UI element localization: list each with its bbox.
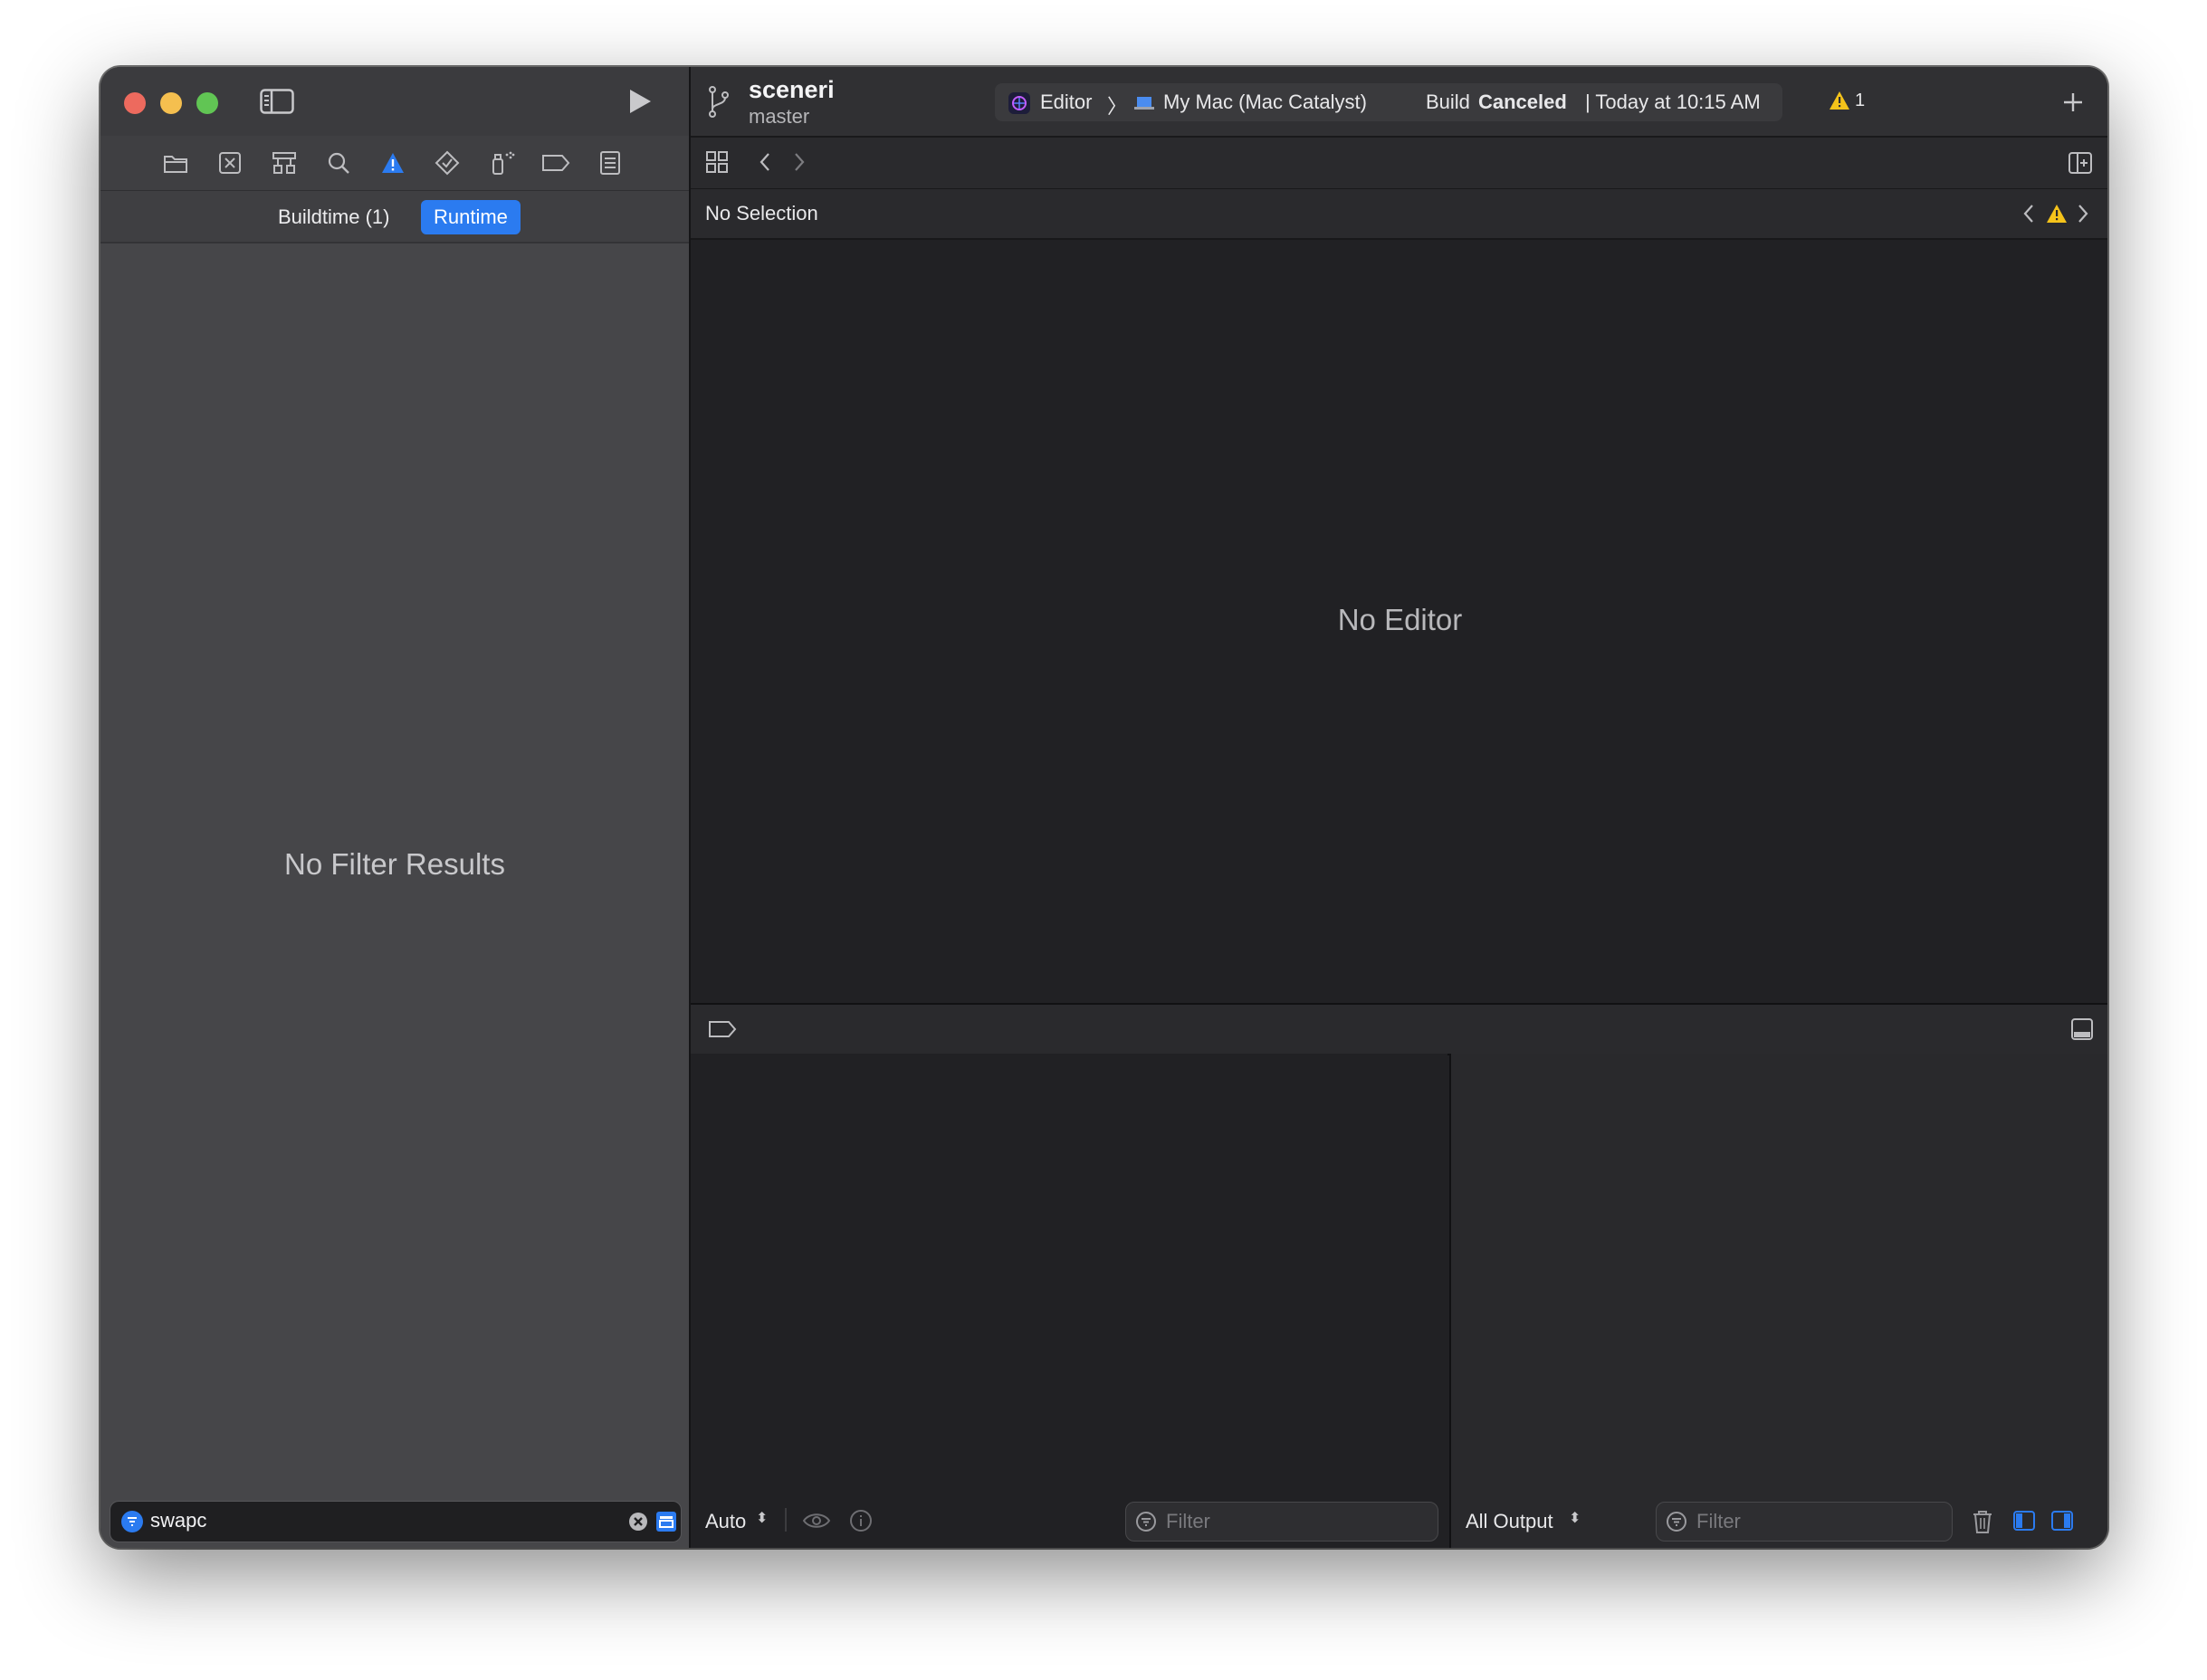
toggle-navigator-icon[interactable]	[258, 85, 296, 118]
build-status-prefix: Build	[1426, 91, 1470, 113]
branch-name[interactable]: master	[749, 105, 809, 129]
no-editor-label: No Editor	[1337, 603, 1463, 636]
filter-options-icon[interactable]	[655, 1511, 677, 1532]
main-toolbar: sceneri master Editor 〉 My Mac (Mac Cata…	[691, 67, 2107, 138]
quick-look-eye-icon[interactable]	[801, 1508, 832, 1533]
issue-navigator-warning-icon[interactable]	[377, 148, 408, 177]
debug-bar	[691, 1003, 2107, 1055]
output-updown-icon[interactable]: ⬍	[1569, 1509, 1581, 1527]
report-list-icon[interactable]	[595, 148, 626, 177]
show-variables-view-icon[interactable]	[2011, 1508, 2038, 1533]
console-output-selector[interactable]: All Output	[1466, 1510, 1553, 1533]
build-time: | Today at 10:15 AM	[1585, 91, 1761, 113]
scheme-app-icon[interactable]	[1008, 91, 1031, 115]
hide-debug-area-icon[interactable]	[2068, 1016, 2096, 1043]
add-plus-icon[interactable]	[2059, 89, 2087, 116]
variables-filter-field[interactable]: Filter	[1125, 1502, 1438, 1542]
issue-warning-icon[interactable]	[2045, 202, 2068, 225]
close-window-button[interactable]	[124, 92, 146, 114]
breakpoints-toggle-icon[interactable]	[707, 1017, 738, 1041]
filter-icon	[1666, 1511, 1687, 1532]
trash-icon[interactable]	[1969, 1507, 1996, 1536]
info-icon[interactable]	[848, 1508, 874, 1533]
divider	[785, 1508, 787, 1532]
editor-path-bar: No Selection	[691, 189, 2107, 240]
next-issue-chevron-icon[interactable]	[2074, 202, 2092, 225]
console-filter-placeholder: Filter	[1696, 1510, 1741, 1532]
navigator-filter-field[interactable]: swapc	[110, 1501, 682, 1542]
variables-view: Auto ⬍ Filter	[691, 1054, 1447, 1548]
warning-triangle-icon[interactable]	[1828, 89, 1851, 112]
destination-selector[interactable]: My Mac (Mac Catalyst)	[1163, 91, 1367, 114]
tab-buildtime[interactable]: Buildtime (1)	[265, 200, 402, 234]
symbol-hierarchy-icon[interactable]	[269, 148, 300, 177]
zoom-window-button[interactable]	[196, 92, 218, 114]
tab-runtime[interactable]: Runtime	[421, 200, 521, 234]
project-name[interactable]: sceneri	[749, 76, 835, 104]
scope-updown-icon[interactable]: ⬍	[756, 1509, 768, 1527]
navigator-sidebar: Buildtime (1) Runtime No Filter Results …	[100, 67, 689, 1548]
navigator-filter-value[interactable]: swapc	[150, 1509, 206, 1532]
find-search-icon[interactable]	[323, 148, 354, 177]
no-filter-results-label: No Filter Results	[284, 847, 505, 881]
editor-jump-bar	[691, 138, 2107, 189]
variables-scope-selector[interactable]: Auto	[705, 1510, 746, 1533]
branch-icon	[705, 83, 732, 119]
mac-laptop-icon	[1132, 94, 1156, 112]
filter-icon	[1135, 1511, 1157, 1532]
previous-issue-chevron-icon[interactable]	[2020, 202, 2038, 225]
folder-icon[interactable]	[160, 148, 191, 177]
filter-icon	[121, 1511, 143, 1532]
no-selection-label[interactable]: No Selection	[705, 202, 818, 225]
scheme-selector[interactable]: Editor	[1040, 91, 1092, 114]
xcode-window: Buildtime (1) Runtime No Filter Results …	[100, 67, 2107, 1548]
console-view: All Output ⬍ Filter	[1449, 1054, 2107, 1548]
activity-viewer: Editor 〉 My Mac (Mac Catalyst) Build Can…	[995, 83, 1782, 121]
breakpoint-tag-icon[interactable]	[540, 148, 571, 177]
forward-chevron-icon[interactable]	[790, 150, 808, 174]
variables-filter-placeholder: Filter	[1166, 1510, 1210, 1532]
navigator-selector-bar	[100, 136, 689, 191]
back-chevron-icon[interactable]	[756, 150, 774, 174]
debug-spray-icon[interactable]	[486, 148, 517, 177]
issue-scope-segmented-control: Buildtime (1) Runtime	[100, 191, 689, 243]
add-editor-split-icon[interactable]	[2067, 149, 2094, 177]
run-play-icon[interactable]	[622, 85, 658, 118]
main-area: sceneri master Editor 〉 My Mac (Mac Cata…	[689, 67, 2107, 1548]
clear-filter-icon[interactable]	[628, 1512, 648, 1532]
sidebar-titlebar	[100, 67, 689, 136]
test-diamond-icon[interactable]	[432, 148, 463, 177]
source-control-icon[interactable]	[215, 148, 245, 177]
show-console-view-icon[interactable]	[2049, 1508, 2076, 1533]
build-status: Canceled	[1478, 91, 1567, 113]
minimize-window-button[interactable]	[160, 92, 182, 114]
console-filter-field[interactable]: Filter	[1656, 1502, 1953, 1542]
warning-count[interactable]: 1	[1855, 91, 1865, 111]
chevron-right-icon: 〉	[1107, 95, 1128, 118]
related-items-grid-icon[interactable]	[703, 148, 731, 176]
